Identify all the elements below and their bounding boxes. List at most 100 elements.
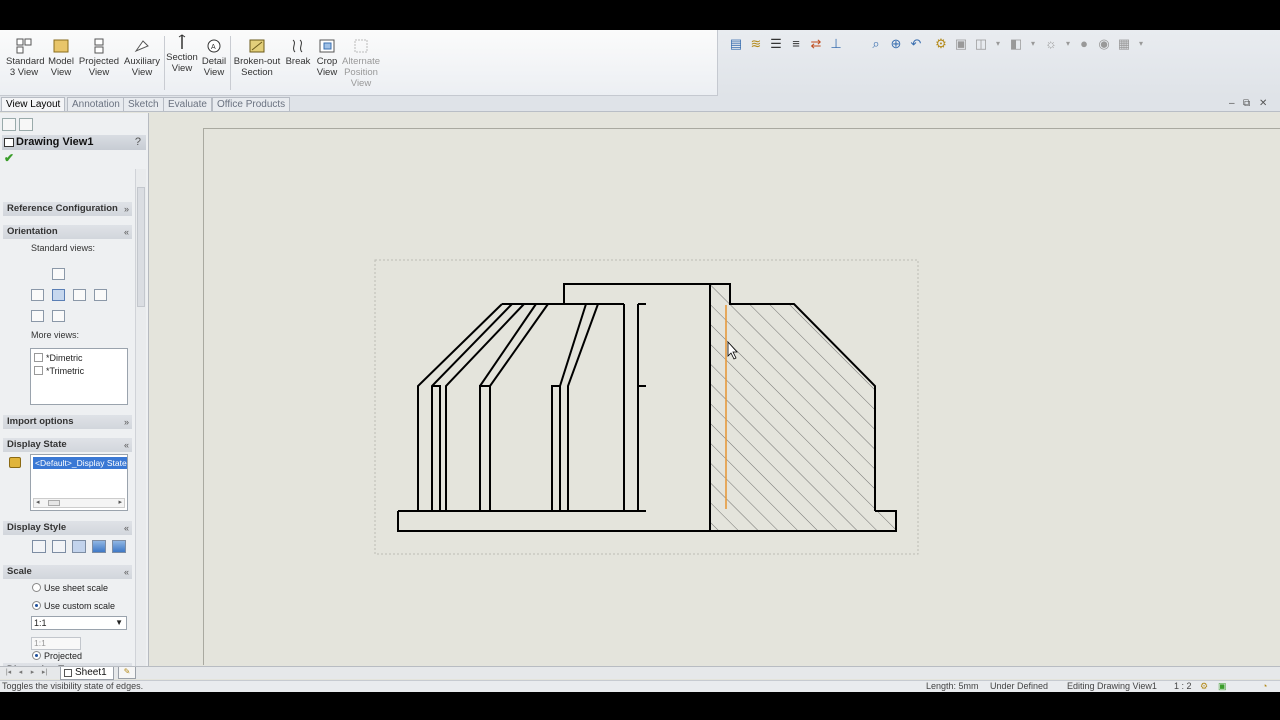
display-style-group[interactable]: Display Style « [3, 521, 132, 535]
line-style-icon[interactable]: ≡ [788, 36, 804, 52]
top-view-icon[interactable] [52, 289, 65, 301]
auxiliary-view-button[interactable]: Auxiliary View [122, 38, 162, 78]
add-sheet-icon[interactable]: ✎ [118, 667, 136, 679]
projected-view-button[interactable]: Projected View [78, 38, 120, 78]
tab-view-layout[interactable]: View Layout [1, 97, 66, 111]
close-icon[interactable]: ✕ [1259, 98, 1267, 109]
rebuild-status-icon[interactable]: ⚙ [1200, 681, 1208, 692]
open-folder-icon[interactable]: ▤ [728, 36, 744, 52]
scroll-left-icon[interactable]: ◂ [36, 498, 40, 506]
shaded-with-edges-icon[interactable] [92, 540, 106, 553]
minimize-icon[interactable]: – [1229, 98, 1235, 109]
collapse-chevron-icon[interactable]: « [124, 521, 129, 535]
help-status-icon[interactable]: ◔ [1262, 681, 1267, 692]
line-thickness-icon[interactable]: ☰ [768, 36, 784, 52]
section-view-toolbar-icon[interactable]: ▣ [953, 36, 969, 52]
chevron-down-icon[interactable]: ▾ [990, 36, 1006, 52]
checkbox[interactable] [34, 366, 43, 375]
first-sheet-icon[interactable]: |◂ [4, 668, 13, 678]
right-view-icon[interactable] [73, 289, 86, 301]
last-sheet-icon[interactable]: ▸| [40, 668, 49, 678]
expand-chevron-icon[interactable]: » [124, 202, 129, 216]
crop-view-button[interactable]: Crop View [314, 38, 340, 78]
units-icon[interactable]: ▣ [1218, 681, 1227, 692]
list-item[interactable]: *Trimetric [34, 366, 84, 376]
tab-sketch[interactable]: Sketch [123, 97, 164, 111]
use-custom-scale-radio[interactable]: Use custom scale [32, 601, 115, 611]
left-view-icon[interactable] [31, 289, 44, 301]
standard-views-label: Standard views: [31, 243, 96, 253]
property-manager-tab-icon[interactable] [19, 118, 33, 131]
rebuild-icon[interactable]: ⚙ [933, 36, 949, 52]
chevron-down-icon[interactable]: ▾ [1060, 36, 1076, 52]
wireframe-icon[interactable] [32, 540, 46, 553]
layer-icon[interactable]: ≋ [748, 36, 764, 52]
help-icon[interactable]: ? [135, 135, 141, 150]
scale-select[interactable]: 1:1 ▼ [31, 616, 127, 630]
use-sheet-scale-radio[interactable]: Use sheet scale [32, 583, 108, 593]
radio-button[interactable] [32, 601, 41, 610]
sheet-tab[interactable]: Sheet1 [60, 667, 114, 680]
hide-show-edges-icon[interactable]: ⇄ [808, 36, 824, 52]
view-orientation-icon[interactable]: ◫ [973, 36, 989, 52]
scene-icon[interactable]: ◉ [1096, 36, 1112, 52]
broken-out-section-button[interactable]: Broken-out Section [233, 38, 281, 78]
reference-configuration-group[interactable]: Reference Configuration » [3, 202, 132, 216]
detail-view-button[interactable]: A Detail View [200, 38, 228, 78]
import-options-group[interactable]: Import options » [3, 415, 132, 429]
drawing-canvas[interactable] [162, 113, 1280, 665]
hidden-lines-removed-icon[interactable] [72, 540, 86, 553]
orientation-group[interactable]: Orientation « [3, 225, 132, 239]
standard-3-view-button[interactable]: Standard 3 View [6, 38, 45, 78]
status-scale[interactable]: 1 : 2 [1174, 681, 1192, 692]
radio-button[interactable] [32, 583, 41, 592]
hidden-lines-visible-icon[interactable] [52, 540, 66, 553]
hide-show-items-icon[interactable]: ☼ [1043, 36, 1059, 52]
collapse-chevron-icon[interactable]: « [124, 225, 129, 239]
scroll-right-icon[interactable]: ▸ [118, 498, 122, 506]
radio-button[interactable] [32, 651, 41, 660]
tab-annotation[interactable]: Annotation [67, 97, 125, 111]
view-settings-icon[interactable]: ▦ [1116, 36, 1132, 52]
horizontal-scrollbar[interactable]: ◂ ▸ [33, 498, 125, 508]
back-view-icon[interactable] [94, 289, 107, 301]
chevron-down-icon[interactable]: ▼ [115, 617, 123, 629]
section-view-button[interactable]: Section View [166, 34, 198, 74]
alternate-position-view-button[interactable]: Alternate Position View [342, 38, 380, 89]
ok-check-icon[interactable]: ✔ [4, 151, 14, 165]
feature-tree-tab-icon[interactable] [2, 118, 16, 131]
expand-chevron-icon[interactable]: » [124, 415, 129, 429]
zoom-to-area-icon[interactable]: ⊕ [888, 36, 904, 52]
chevron-down-icon[interactable]: ▾ [1025, 36, 1041, 52]
restore-icon[interactable]: ⧉ [1243, 98, 1250, 109]
front-view-icon[interactable] [52, 268, 65, 280]
model-view-button[interactable]: Model View [46, 38, 76, 78]
appearance-icon[interactable]: ● [1076, 36, 1092, 52]
shaded-icon[interactable] [112, 540, 126, 553]
scale-group[interactable]: Scale « [3, 565, 132, 579]
prev-sheet-icon[interactable]: ◂ [16, 668, 25, 678]
display-style-icon[interactable]: ◧ [1008, 36, 1024, 52]
tab-office-products[interactable]: Office Products [212, 97, 291, 111]
collapse-chevron-icon[interactable]: « [124, 565, 129, 579]
drawing-view[interactable] [162, 113, 1280, 665]
display-state-selected-item[interactable]: <Default>_Display State [33, 457, 127, 469]
align-icon[interactable]: ⊥ [828, 36, 844, 52]
break-button[interactable]: Break [284, 38, 312, 67]
scrollbar-thumb[interactable] [137, 187, 145, 307]
checkbox[interactable] [34, 353, 43, 362]
previous-view-icon[interactable]: ↶ [908, 36, 924, 52]
scrollbar-thumb[interactable] [48, 500, 60, 506]
chevron-down-icon[interactable]: ▾ [1133, 36, 1149, 52]
collapse-chevron-icon[interactable]: « [124, 438, 129, 452]
zoom-to-fit-icon[interactable]: ⌕ [868, 36, 884, 52]
bottom-view-icon[interactable] [52, 310, 65, 322]
projected-radio[interactable]: Projected [32, 651, 82, 661]
custom-scale-field[interactable]: 1:1 [31, 637, 81, 650]
tab-evaluate[interactable]: Evaluate [163, 97, 212, 111]
panel-scrollbar[interactable] [135, 169, 146, 666]
list-item[interactable]: *Dimetric [34, 353, 83, 363]
display-state-group[interactable]: Display State « [3, 438, 132, 452]
isometric-view-icon[interactable] [31, 310, 44, 322]
next-sheet-icon[interactable]: ▸ [28, 668, 37, 678]
